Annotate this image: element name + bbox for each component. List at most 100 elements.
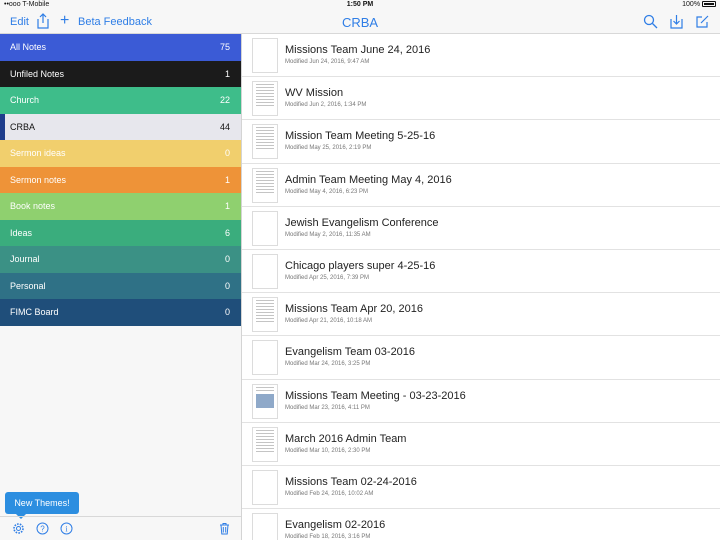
- note-row[interactable]: Evangelism Team 03-2016 Modified Mar 24, …: [242, 336, 720, 380]
- note-thumbnail: [252, 426, 278, 462]
- note-modified-date: Modified Mar 23, 2016, 4:11 PM: [285, 404, 370, 411]
- note-thumbnail: [252, 167, 278, 203]
- notebook-count: 22: [219, 95, 230, 105]
- notebook-label: FIMC Board: [10, 307, 59, 317]
- note-title: WV Mission: [285, 87, 344, 100]
- compose-icon[interactable]: [695, 14, 710, 29]
- selected-indicator: [0, 113, 5, 140]
- notebook-count: 1: [224, 68, 230, 79]
- notebook-label: All Notes: [10, 42, 47, 52]
- notebook-count: 0: [224, 307, 230, 317]
- note-thumbnail: [252, 124, 278, 160]
- notebook-item[interactable]: Unfiled Notes 1: [0, 60, 241, 87]
- note-thumbnail: [252, 469, 278, 505]
- notebook-label: Personal: [10, 280, 46, 291]
- note-row[interactable]: Jewish Evangelism Conference Modified May…: [242, 207, 720, 250]
- notebook-count: 44: [219, 121, 230, 132]
- notebook-count: 75: [219, 42, 230, 52]
- notebook-item[interactable]: Personal 0: [0, 272, 241, 299]
- note-title: Missions Team June 24, 2016: [285, 44, 431, 56]
- note-thumbnail: [252, 297, 278, 333]
- notebook-count: 0: [224, 148, 230, 158]
- download-icon[interactable]: [669, 14, 684, 29]
- notebook-label: Unfiled Notes: [10, 68, 65, 79]
- battery-status: 100%: [682, 1, 716, 8]
- note-modified-date: Modified Mar 24, 2016, 3:25 PM: [285, 361, 371, 368]
- info-icon[interactable]: i: [60, 522, 73, 535]
- notebook-item[interactable]: Sermon notes 1: [0, 166, 241, 193]
- notebook-item[interactable]: Church 22: [0, 87, 241, 114]
- note-row[interactable]: Evangelism 02-2016 Modified Feb 18, 2016,…: [242, 509, 720, 540]
- note-row[interactable]: Missions Team 02-24-2016 Modified Feb 24,…: [242, 466, 720, 510]
- notebook-item[interactable]: Ideas 6: [0, 219, 241, 246]
- new-themes-tooltip[interactable]: New Themes!: [5, 492, 79, 519]
- note-modified-date: Modified May 25, 2016, 2:19 PM: [285, 145, 372, 152]
- note-title: Missions Team 02-24-2016: [285, 475, 417, 488]
- note-title: Jewish Evangelism Conference: [285, 216, 439, 229]
- notebook-label: Sermon ideas: [10, 148, 66, 158]
- note-thumbnail: [252, 340, 278, 376]
- note-modified-date: Modified May 4, 2016, 6:23 PM: [285, 188, 369, 195]
- note-row[interactable]: WV Mission Modified Jun 2, 2016, 1:34 PM: [242, 77, 720, 121]
- page-title: CRBA: [341, 15, 379, 30]
- note-modified-date: Modified Apr 21, 2016, 10:18 AM: [285, 318, 373, 325]
- note-thumbnail: [252, 81, 278, 117]
- notebook-count: 0: [224, 254, 230, 264]
- notebook-item[interactable]: Sermon ideas 0: [0, 140, 241, 167]
- note-modified-date: Modified May 2, 2016, 11:35 AM: [285, 231, 371, 238]
- svg-text:?: ?: [40, 524, 45, 533]
- help-icon[interactable]: ?: [36, 522, 49, 535]
- note-row[interactable]: Missions Team June 24, 2016 Modified Jun …: [242, 34, 720, 78]
- note-title: Mission Team Meeting 5-25-16: [285, 130, 436, 143]
- status-bar: ••ooo T-Mobile 1:50 PM 100%: [0, 0, 720, 11]
- notebook-label: Church: [10, 95, 40, 105]
- note-thumbnail: [252, 210, 278, 246]
- note-row[interactable]: Admin Team Meeting May 4, 2016 Modified M…: [242, 164, 720, 207]
- notebook-item[interactable]: Journal 0: [0, 246, 241, 273]
- note-row[interactable]: Missions Team Meeting - 03-23-2016 Modifi…: [242, 380, 720, 423]
- notebook-label: CRBA: [10, 121, 36, 132]
- notebook-list: All Notes 75 Unfiled Notes 1 Church 22 CRBA 44 S…: [0, 34, 241, 326]
- note-modified-date: Modified Apr 25, 2016, 7:39 PM: [285, 274, 370, 281]
- note-modified-date: Modified Mar 10, 2016, 2:30 PM: [285, 447, 371, 454]
- note-thumbnail: [252, 38, 278, 73]
- battery-percent: 100%: [682, 1, 701, 8]
- note-title: Chicago players super 4-25-16: [285, 259, 436, 272]
- sidebar-toolbar: ? i: [0, 516, 241, 540]
- note-title: Admin Team Meeting May 4, 2016: [285, 173, 452, 186]
- note-modified-date: Modified Feb 24, 2016, 10:02 AM: [285, 490, 374, 497]
- note-title: Missions Team Meeting - 03-23-2016: [285, 389, 466, 402]
- navigation-bar: Edit + Beta Feedback CRBA: [0, 11, 720, 34]
- notebook-label: Journal: [10, 254, 40, 264]
- notebook-count: 0: [224, 280, 230, 291]
- note-title: Evangelism Team 03-2016: [285, 346, 416, 359]
- note-row[interactable]: Mission Team Meeting 5-25-16 Modified May…: [242, 120, 720, 164]
- note-list: Missions Team June 24, 2016 Modified Jun …: [242, 34, 720, 540]
- notebook-sidebar: All Notes 75 Unfiled Notes 1 Church 22 CRBA 44 S…: [0, 34, 242, 540]
- note-title: Missions Team Apr 20, 2016: [285, 303, 423, 316]
- gear-icon[interactable]: [12, 522, 25, 535]
- trash-icon[interactable]: [218, 522, 231, 535]
- note-modified-date: Modified Jun 24, 2016, 9:47 AM: [285, 59, 370, 65]
- notebook-item[interactable]: All Notes 75: [0, 34, 241, 61]
- notebook-count: 6: [224, 227, 230, 238]
- search-icon[interactable]: [643, 14, 658, 29]
- notebook-label: Sermon notes: [10, 174, 67, 185]
- notebook-count: 1: [224, 201, 230, 211]
- note-title: March 2016 Admin Team: [285, 432, 407, 445]
- note-thumbnail: [252, 513, 278, 540]
- notebook-item[interactable]: FIMC Board 0: [0, 299, 241, 326]
- notebook-count: 1: [224, 174, 230, 185]
- note-modified-date: Modified Feb 18, 2016, 3:16 PM: [285, 534, 371, 540]
- clock: 1:50 PM: [346, 1, 374, 8]
- note-modified-date: Modified Jun 2, 2016, 1:34 PM: [285, 102, 367, 109]
- battery-icon: [702, 1, 716, 7]
- notebook-item[interactable]: CRBA 44: [0, 113, 241, 140]
- note-thumbnail: [252, 253, 278, 289]
- note-title: Evangelism 02-2016: [285, 519, 386, 532]
- notebook-item[interactable]: Book notes 1: [0, 193, 241, 220]
- note-row[interactable]: March 2016 Admin Team Modified Mar 10, 20…: [242, 423, 720, 466]
- note-row[interactable]: Missions Team Apr 20, 2016 Modified Apr 2…: [242, 293, 720, 337]
- svg-text:i: i: [65, 525, 68, 534]
- note-row[interactable]: Chicago players super 4-25-16 Modified Ap…: [242, 250, 720, 294]
